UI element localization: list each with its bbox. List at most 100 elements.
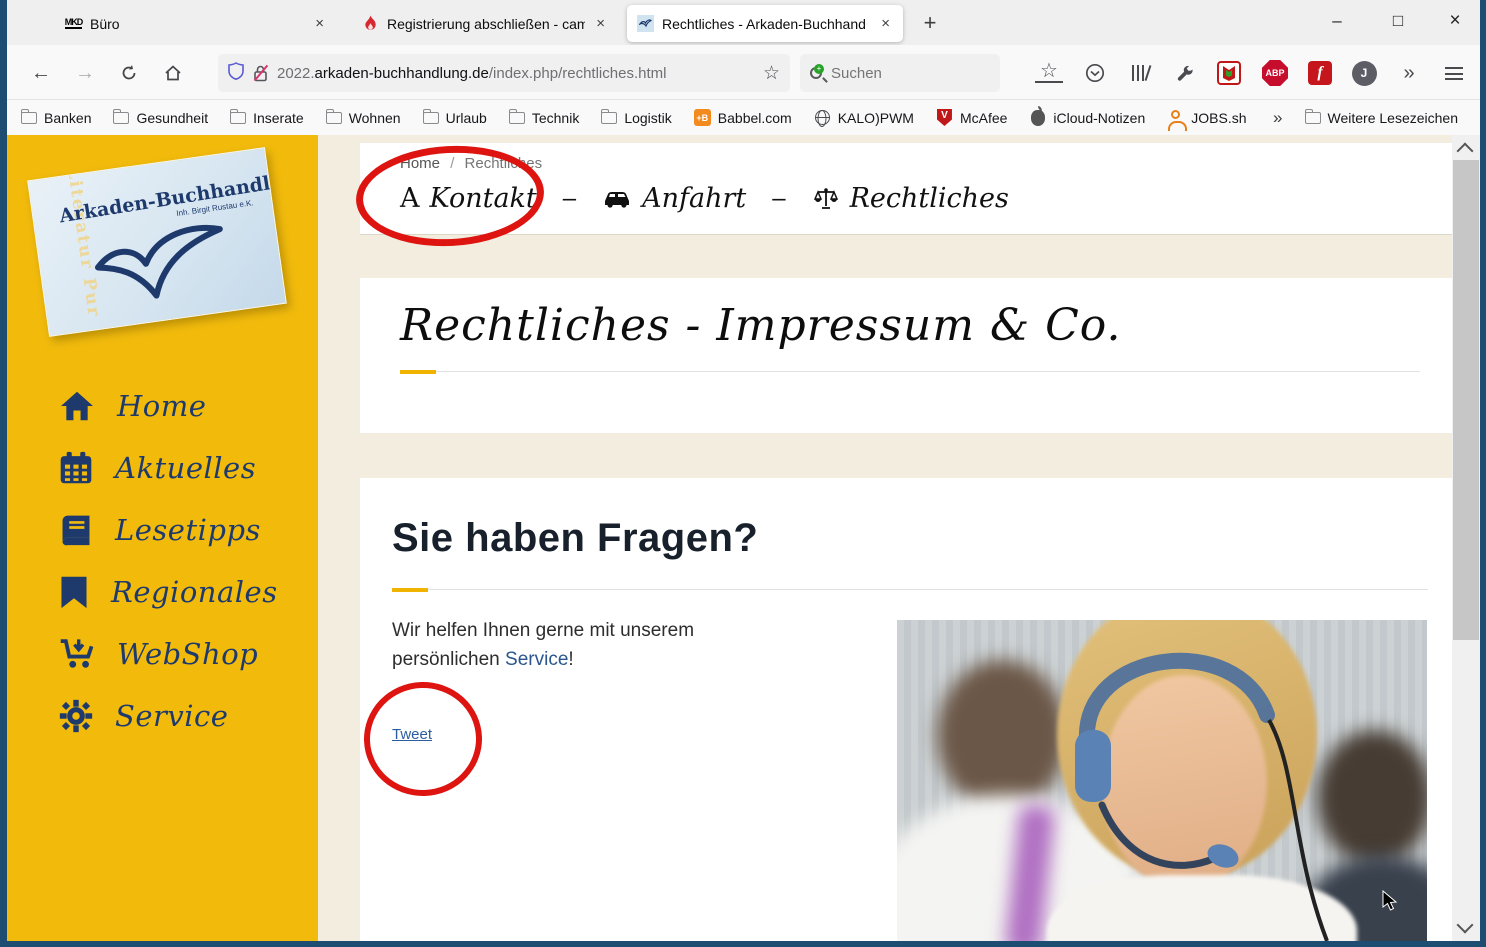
subnav-rechtliches-link[interactable]: Rechtliches bbox=[812, 183, 1009, 214]
tab-buero[interactable]: MKD Büro × bbox=[55, 5, 337, 42]
window-border-right bbox=[1480, 0, 1486, 947]
back-button[interactable]: ← bbox=[25, 57, 57, 89]
bookmark-folder-banken[interactable]: Banken bbox=[21, 108, 91, 126]
url-text: 2022.arkaden-buchhandlung.de/index.php/r… bbox=[277, 64, 667, 82]
window-border-bottom bbox=[0, 941, 1486, 947]
folder-icon bbox=[113, 108, 130, 124]
tab-close-icon[interactable]: × bbox=[312, 15, 327, 32]
navigation-toolbar: ← → 2022.arkaden-buchhandlung.de/index.p… bbox=[7, 45, 1480, 100]
adblock-plus-icon[interactable]: ABP bbox=[1261, 59, 1289, 87]
tracking-protection-shield-icon[interactable] bbox=[228, 61, 244, 85]
bookmark-folder-wohnen[interactable]: Wohnen bbox=[325, 108, 401, 126]
home-button[interactable] bbox=[157, 57, 189, 89]
bookmark-folder-logistik[interactable]: Logistik bbox=[601, 108, 672, 126]
gear-icon bbox=[59, 699, 93, 733]
subnav-separator: – bbox=[772, 184, 786, 212]
folder-icon bbox=[325, 108, 342, 124]
logo-book-swoosh-icon bbox=[94, 224, 223, 299]
tab-title: Büro bbox=[90, 15, 120, 32]
scroll-down-arrow-icon[interactable] bbox=[1456, 916, 1474, 934]
logo-title: Arkaden-Buchhandlung bbox=[57, 165, 287, 228]
subnav-separator: – bbox=[562, 184, 577, 212]
sidebar-item-home[interactable]: Home bbox=[7, 375, 318, 437]
tab-close-icon[interactable]: × bbox=[878, 15, 893, 32]
questions-section-card: Sie haben Fragen? Wir helfen Ihnen gerne… bbox=[360, 478, 1452, 941]
folder-icon bbox=[1304, 108, 1321, 124]
bookmark-folder-gesundheit[interactable]: Gesundheit bbox=[113, 108, 208, 126]
arkaden-logo-card: Literatur Pur Arkaden-Buchhandlung Inh. … bbox=[27, 147, 287, 337]
tab-rechtliches-active[interactable]: Rechtliches - Arkaden-Buchhand × bbox=[627, 5, 903, 42]
search-input[interactable] bbox=[831, 64, 951, 82]
babbel-icon: +B bbox=[693, 109, 711, 126]
minimize-button[interactable]: – bbox=[1314, 0, 1360, 42]
sidebar-item-webshop[interactable]: WebShop bbox=[7, 623, 318, 685]
subnav-anfahrt-link[interactable]: Anfahrt bbox=[602, 183, 746, 214]
section-divider-line bbox=[428, 589, 1428, 590]
calendar-icon bbox=[60, 451, 92, 484]
search-box[interactable]: + bbox=[800, 54, 1000, 92]
bookmark-folder-inserate[interactable]: Inserate bbox=[230, 108, 304, 126]
search-icon: + bbox=[810, 64, 824, 79]
red-annotation-circle-tweet bbox=[362, 679, 484, 799]
tab-close-icon[interactable]: × bbox=[593, 15, 608, 32]
folder-icon bbox=[230, 108, 247, 124]
bookmarks-bar: Banken Gesundheit Inserate Wohnen Urlaub… bbox=[7, 100, 1480, 135]
vertical-scrollbar[interactable] bbox=[1452, 135, 1480, 941]
tab-title: Rechtliches - Arkaden-Buchhand bbox=[662, 15, 866, 32]
scroll-up-arrow-icon[interactable] bbox=[1456, 142, 1474, 160]
folder-icon bbox=[21, 108, 37, 124]
wrench-icon[interactable] bbox=[1171, 59, 1199, 87]
sidebar-item-service[interactable]: Service bbox=[7, 685, 318, 747]
scrollbar-thumb[interactable] bbox=[1453, 160, 1479, 640]
bookmark-folder-urlaub[interactable]: Urlaub bbox=[422, 108, 487, 126]
service-link[interactable]: Service bbox=[505, 649, 568, 670]
browser-window: MKD Büro × Registrierung abschließen - c… bbox=[0, 0, 1486, 947]
pocket-icon[interactable] bbox=[1081, 59, 1109, 87]
sidebar-item-regionales[interactable]: Regionales bbox=[7, 561, 318, 623]
search-add-icon: + bbox=[814, 64, 824, 74]
headset-icon bbox=[1075, 652, 1329, 941]
forward-button[interactable]: → bbox=[69, 57, 101, 89]
sidebar-item-lesetipps[interactable]: Lesetipps bbox=[7, 499, 318, 561]
flame-icon bbox=[362, 15, 379, 32]
insecure-lock-icon[interactable] bbox=[253, 64, 269, 82]
profile-avatar[interactable]: J bbox=[1350, 59, 1378, 87]
library-icon[interactable] bbox=[1127, 59, 1155, 87]
bookmark-kalopwm[interactable]: KALO)PWM bbox=[814, 109, 914, 126]
person-icon bbox=[1167, 109, 1188, 131]
bookmarks-overflow-icon[interactable]: » bbox=[1273, 108, 1282, 128]
new-tab-button[interactable]: + bbox=[915, 10, 945, 36]
title-bar: MKD Büro × Registrierung abschließen - c… bbox=[7, 0, 1480, 45]
cart-icon bbox=[60, 639, 94, 668]
bookmark-star-icon[interactable]: ☆ bbox=[763, 62, 780, 85]
mcafee-webadvisor-icon[interactable] bbox=[1215, 59, 1243, 87]
bookmark-babbel[interactable]: +B Babbel.com bbox=[693, 109, 792, 126]
close-window-button[interactable]: × bbox=[1432, 0, 1478, 42]
mouse-cursor bbox=[1382, 890, 1398, 911]
title-divider-line bbox=[436, 371, 1420, 372]
reload-button[interactable] bbox=[113, 57, 145, 89]
sidebar-item-aktuelles[interactable]: Aktuelles bbox=[7, 437, 318, 499]
folder-icon bbox=[422, 108, 439, 124]
bookmark-icloud-notizen[interactable]: iCloud-Notizen bbox=[1029, 105, 1145, 126]
window-border-left bbox=[0, 0, 7, 947]
tab-registrierung[interactable]: Registrierung abschließen - cam × bbox=[352, 5, 618, 42]
page-title-card: Rechtliches - Impressum & Co. bbox=[360, 278, 1452, 433]
house-icon bbox=[61, 391, 93, 421]
maximize-button[interactable]: □ bbox=[1375, 0, 1421, 42]
mcafee-shield-icon bbox=[936, 109, 953, 126]
bookmark-more-folder[interactable]: Weitere Lesezeichen bbox=[1304, 108, 1458, 126]
bookmark-mcafee[interactable]: McAfee bbox=[936, 109, 1007, 126]
overflow-chevron-icon[interactable]: » bbox=[1395, 59, 1423, 87]
flash-plugin-icon[interactable]: f bbox=[1306, 59, 1334, 87]
car-icon bbox=[605, 191, 630, 208]
menu-hamburger-icon[interactable] bbox=[1440, 59, 1468, 87]
arkaden-favicon-icon bbox=[637, 15, 654, 32]
folder-icon bbox=[508, 108, 525, 124]
bookmarks-menu-icon[interactable]: ☆ bbox=[1035, 59, 1063, 83]
bookmark-folder-technik[interactable]: Technik bbox=[508, 108, 579, 126]
url-bar[interactable]: 2022.arkaden-buchhandlung.de/index.php/r… bbox=[218, 54, 790, 92]
book-icon bbox=[62, 515, 90, 546]
bookmark-icon bbox=[61, 576, 87, 609]
bookmark-jobs-sh[interactable]: JOBS.sh bbox=[1167, 109, 1247, 131]
